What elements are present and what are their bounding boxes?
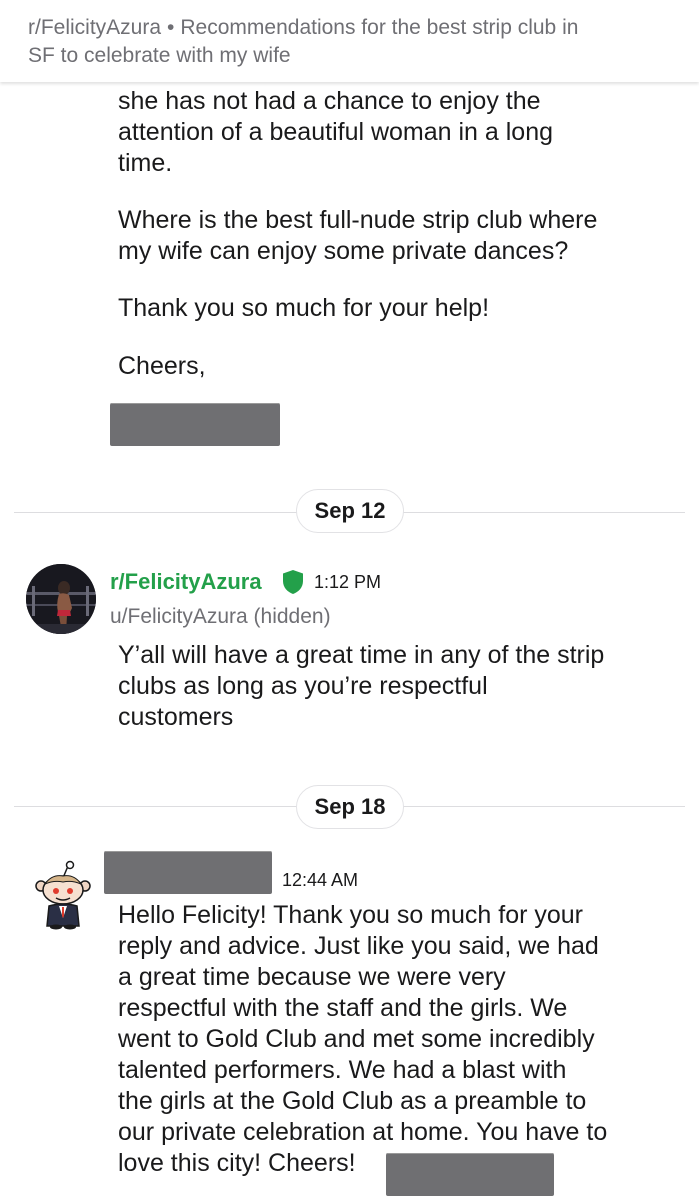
redacted-signature [386,1153,554,1196]
message-line: time. [118,149,173,177]
message-paragraph-2: Where is the best full-nude strip club w… [118,205,678,267]
message-line: Y’all will have a great time in any of t… [118,641,605,669]
message-line: Hello Felicity! Thank you so much for yo… [118,901,584,929]
date-pill-sep-18: Sep 18 [296,785,404,829]
reply-sub-user[interactable]: u/FelicityAzura (hidden) [110,605,331,629]
message-line: a great time because we were very [118,963,506,991]
message-line: the girls at the Gold Club as a preamble… [118,1087,587,1115]
reply-body: Y’all will have a great time in any of t… [118,640,678,733]
message-line: Where is the best full-nude strip club w… [118,206,598,234]
reply-timestamp: 1:12 PM [314,572,382,592]
message-line: went to Gold Club and met some incredibl… [118,1025,595,1053]
header-separator: • [167,16,175,39]
header-title-part2: SF to celebrate with my wife [28,44,291,67]
message-paragraph-4: Cheers, [118,352,206,380]
conversation-header[interactable]: r/FelicityAzura • Recommendations for the … [0,0,699,82]
message-line: respectful with the staff and the girls.… [118,994,568,1022]
message-line: attention of a beautiful woman in a long [118,118,554,146]
message-line: our private celebration at home. You hav… [118,1118,608,1146]
message-line: talented performers. We had a blast with [118,1056,567,1084]
shield-icon [283,570,303,594]
snoo-avatar-icon[interactable] [28,860,98,930]
avatar-photo-icon [26,564,96,634]
header-subreddit[interactable]: r/FelicityAzura [28,16,161,39]
message-paragraph-1: she has not had a chance to enjoy the at… [118,86,678,179]
final-message-body: Hello Felicity! Thank you so much for yo… [118,900,678,1179]
date-pill-sep-12: Sep 12 [296,489,404,533]
header-title-part1: Recommendations for the best strip club … [180,16,579,39]
reply-author-name[interactable]: r/FelicityAzura [110,569,262,595]
message-line: reply and advice. Just like you said, we… [118,932,599,960]
message-paragraph-3: Thank you so much for your help! [118,294,490,322]
final-timestamp: 12:44 AM [282,870,359,890]
redacted-signature [110,403,280,446]
user-avatar[interactable] [26,564,96,634]
redacted-username [104,851,272,894]
message-line: customers [118,703,234,731]
message-line: she has not had a chance to enjoy the [118,87,541,115]
message-line: clubs as long as you’re respectful [118,672,488,700]
header-line-1: r/FelicityAzura • Recommendations for the … [28,14,671,42]
message-line: my wife can enjoy some private dances? [118,237,569,265]
